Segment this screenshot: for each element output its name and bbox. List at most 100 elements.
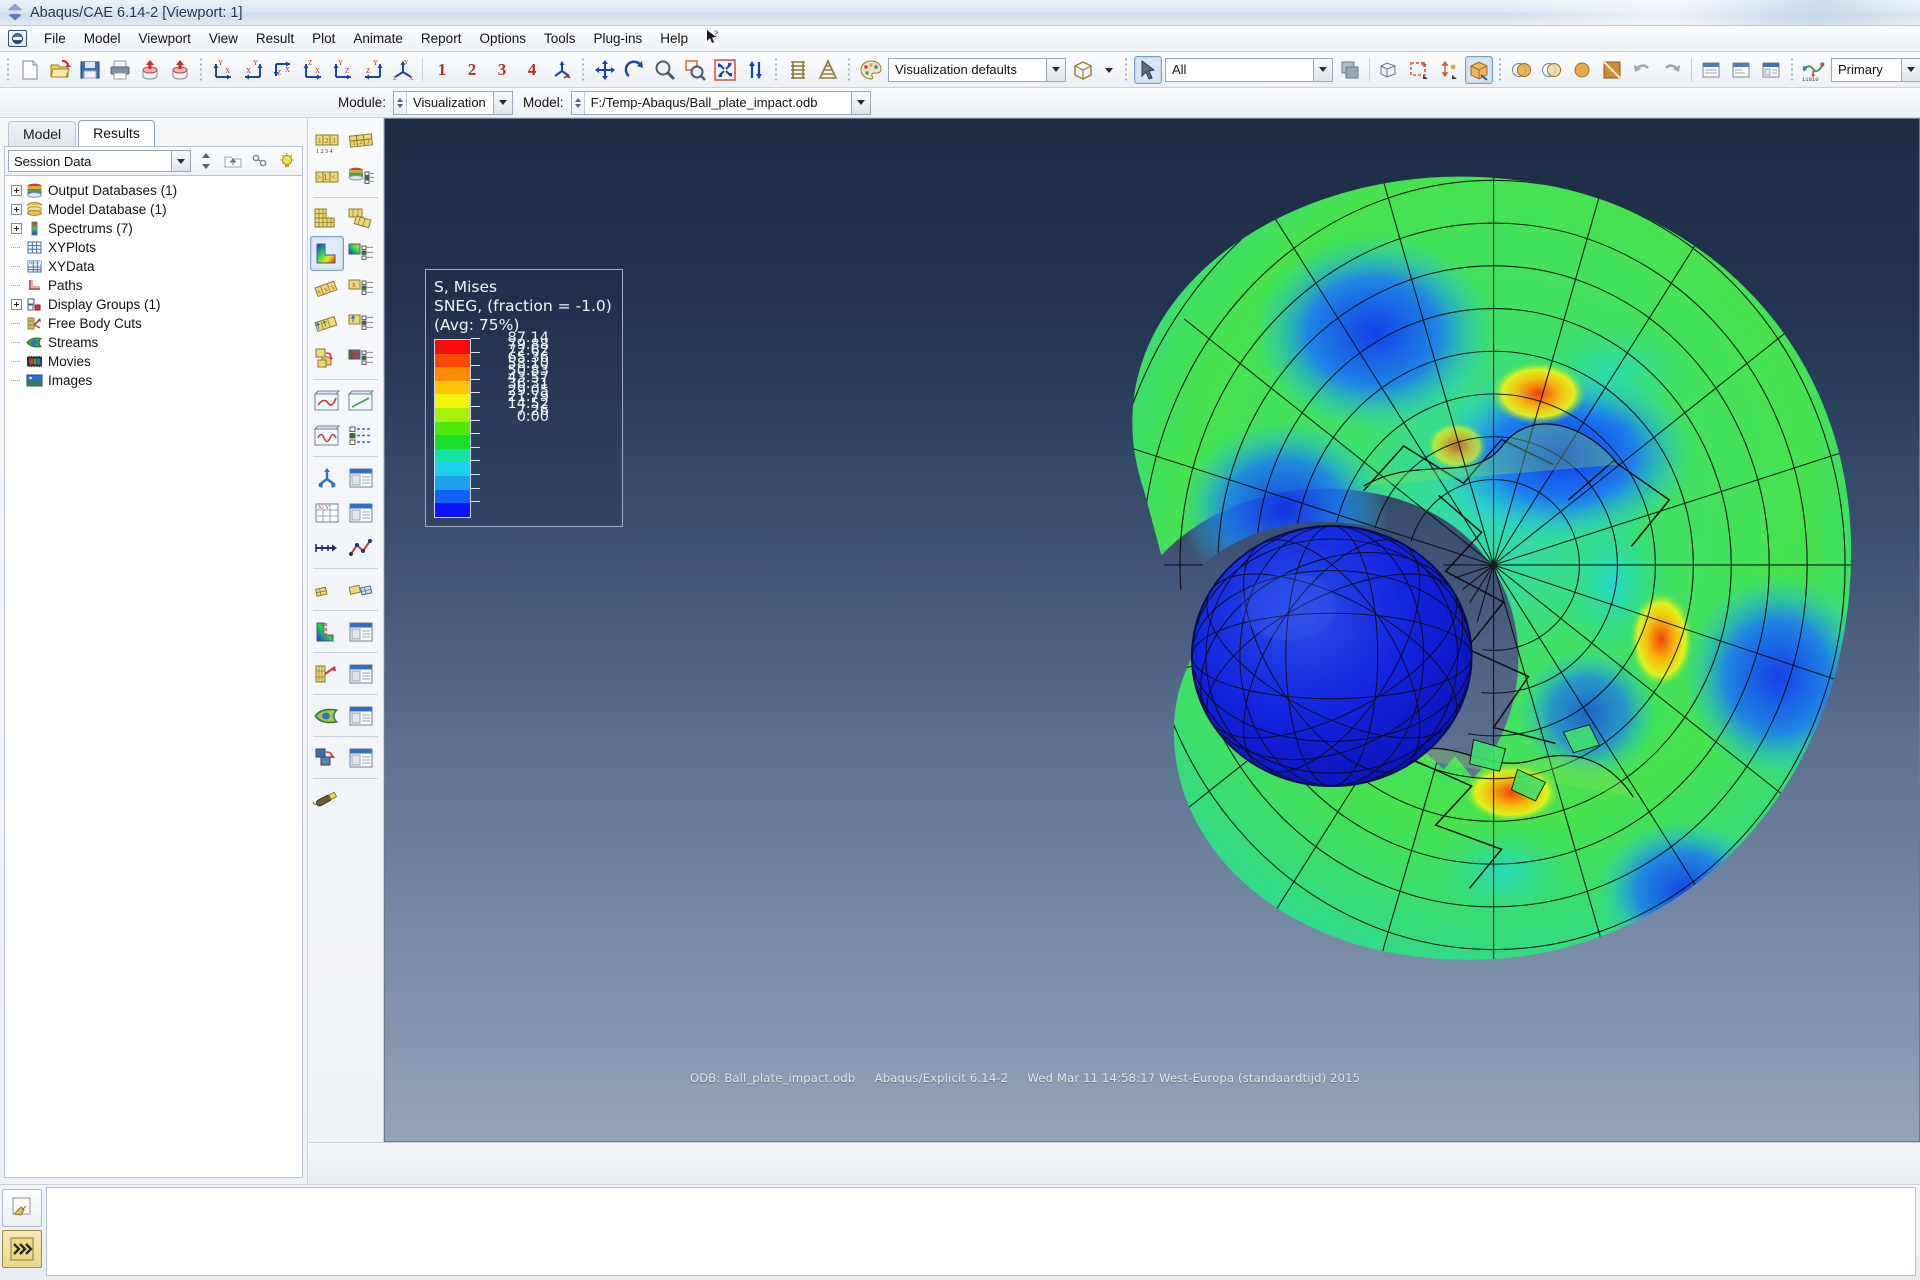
xy-data-manager-icon[interactable] [344, 460, 378, 495]
session-data-chevron-down-icon[interactable] [171, 151, 190, 171]
abaqus-app-icon[interactable] [8, 30, 27, 47]
select-scope-chevron-down-icon[interactable] [1313, 58, 1332, 81]
auto-fit-icon[interactable] [711, 56, 739, 84]
xy-plot-icon[interactable]: XY [310, 495, 344, 530]
undo-icon[interactable] [1628, 56, 1656, 84]
new-file-icon[interactable] [16, 56, 44, 84]
tree-item-streams[interactable]: Streams [7, 333, 302, 352]
primary-variable-combo[interactable]: Primary [1831, 57, 1920, 82]
remove-display-group-icon[interactable] [1405, 56, 1433, 84]
menu-view[interactable]: View [200, 28, 247, 49]
menu-help[interactable]: Help [651, 28, 697, 49]
menu-report[interactable]: Report [412, 28, 471, 49]
toolbar-grip-render[interactable] [773, 57, 780, 82]
toolbar-grip-select[interactable] [1123, 57, 1130, 82]
menu-result[interactable]: Result [247, 28, 303, 49]
view-yz-icon[interactable]: YZ [329, 56, 357, 84]
contour-options-icon[interactable] [310, 236, 344, 271]
menu-animate[interactable]: Animate [344, 28, 412, 49]
tree-item-paths[interactable]: Paths [7, 276, 302, 295]
menu-plot[interactable]: Plot [303, 28, 344, 49]
menu-file[interactable]: File [35, 28, 75, 49]
query-icon[interactable] [1697, 56, 1725, 84]
tree-item-xydata[interactable]: xy XYData [7, 257, 302, 276]
viewport-cube-icon[interactable] [1069, 56, 1097, 84]
symbol-options-icon[interactable]: xxx [310, 271, 344, 306]
reset-display-group-icon[interactable] [1465, 55, 1493, 84]
replace-display-group-icon[interactable] [1336, 56, 1364, 84]
box-zoom-icon[interactable] [681, 56, 709, 84]
menu-model[interactable]: Model [75, 28, 130, 49]
up-one-level-icon[interactable] [221, 149, 245, 173]
module-chevron-down-icon[interactable] [493, 91, 513, 114]
tree-item-xyplots[interactable]: XYPlots [7, 238, 302, 257]
plot-contours-icon[interactable] [344, 159, 378, 194]
model-chevron-down-icon[interactable] [850, 91, 870, 114]
stream-plot-icon[interactable] [310, 698, 344, 733]
view-yx-icon[interactable]: YX [239, 56, 267, 84]
view-xy-icon[interactable]: YX [209, 56, 237, 84]
toolbar-grip-manip[interactable] [580, 57, 587, 82]
animate-scale-factor-icon[interactable] [310, 383, 344, 418]
sort-updown-icon[interactable] [194, 149, 218, 173]
expand-icon[interactable] [11, 204, 22, 215]
probe-values-icon[interactable] [310, 572, 344, 607]
field-output-icon[interactable]: 11010 [1800, 56, 1828, 84]
saved-view-1-button[interactable]: 1 [428, 56, 456, 84]
selection-arrow-icon[interactable] [1134, 55, 1162, 84]
free-body-cut-icon[interactable] [310, 614, 344, 649]
intersect-display-group-icon[interactable] [1435, 56, 1463, 84]
tree-item-output-databases[interactable]: Output Databases (1) [7, 181, 302, 200]
import-model-icon[interactable] [136, 56, 164, 84]
view-xz-icon[interactable]: XZ [269, 56, 297, 84]
expand-icon[interactable] [11, 223, 22, 234]
tip-bulb-icon[interactable] [275, 149, 299, 173]
view-iso-icon[interactable]: Z X Y [389, 56, 417, 84]
animation-options-icon[interactable] [344, 418, 378, 453]
viewport-cube-chevron-down-icon[interactable] [1099, 56, 1119, 84]
saved-view-4-button[interactable]: 4 [518, 56, 546, 84]
tree-item-display-groups[interactable]: Display Groups (1) [7, 295, 302, 314]
superimpose-options-icon[interactable] [344, 201, 378, 236]
stream-manager-icon[interactable] [344, 698, 378, 733]
view-zy-icon[interactable]: YZ [359, 56, 387, 84]
view-zx-icon[interactable]: ZX [299, 56, 327, 84]
render-wireframe-icon[interactable] [784, 56, 812, 84]
create-selection-group-icon[interactable] [310, 740, 344, 775]
color-palette-icon[interactable] [857, 56, 885, 84]
rotate-icon[interactable] [621, 56, 649, 84]
model-spinner[interactable] [571, 91, 585, 114]
create-xy-data-icon[interactable] [310, 460, 344, 495]
apply-view-icon[interactable] [548, 56, 576, 84]
tree-item-model-database[interactable]: Model Database (1) [7, 200, 302, 219]
material-orientation-manager-icon[interactable] [344, 306, 378, 341]
message-text-area[interactable] [46, 1187, 1916, 1276]
toolbar-grip-field[interactable] [1789, 57, 1796, 82]
select-scope-combo[interactable]: All [1165, 57, 1333, 82]
view-cut-icon-2[interactable] [1538, 56, 1566, 84]
toolbar-grip-views[interactable] [198, 57, 205, 82]
plot-deformed-shape-icon[interactable]: 123 [344, 124, 378, 159]
display-group-manager-icon[interactable] [344, 656, 378, 691]
tab-results[interactable]: Results [78, 120, 155, 146]
context-help-icon[interactable]: ? [697, 27, 729, 50]
selection-group-manager-icon[interactable] [344, 740, 378, 775]
query-tool-icon[interactable] [310, 782, 344, 817]
contour-manager-icon[interactable] [344, 236, 378, 271]
add-display-group-icon[interactable] [1375, 56, 1403, 84]
ply-stack-plot-icon[interactable] [310, 341, 344, 376]
xy-plot-manager-icon[interactable] [344, 495, 378, 530]
free-body-manager-icon[interactable] [344, 614, 378, 649]
tree-item-spectrums[interactable]: Spectrums (7) [7, 219, 302, 238]
menu-tools[interactable]: Tools [535, 28, 585, 49]
tree-item-images[interactable]: Images [7, 371, 302, 390]
saved-view-2-button[interactable]: 2 [458, 56, 486, 84]
plot-symbols-icon[interactable]: > L < [310, 159, 344, 194]
path-create-icon[interactable] [310, 530, 344, 565]
symbol-manager-icon[interactable]: x [344, 271, 378, 306]
menu-viewport[interactable]: Viewport [130, 28, 200, 49]
cycle-views-icon[interactable] [741, 56, 769, 84]
module-combo[interactable]: Visualization [393, 90, 514, 115]
path-plot-icon[interactable] [344, 530, 378, 565]
probe-manager-icon[interactable] [344, 572, 378, 607]
